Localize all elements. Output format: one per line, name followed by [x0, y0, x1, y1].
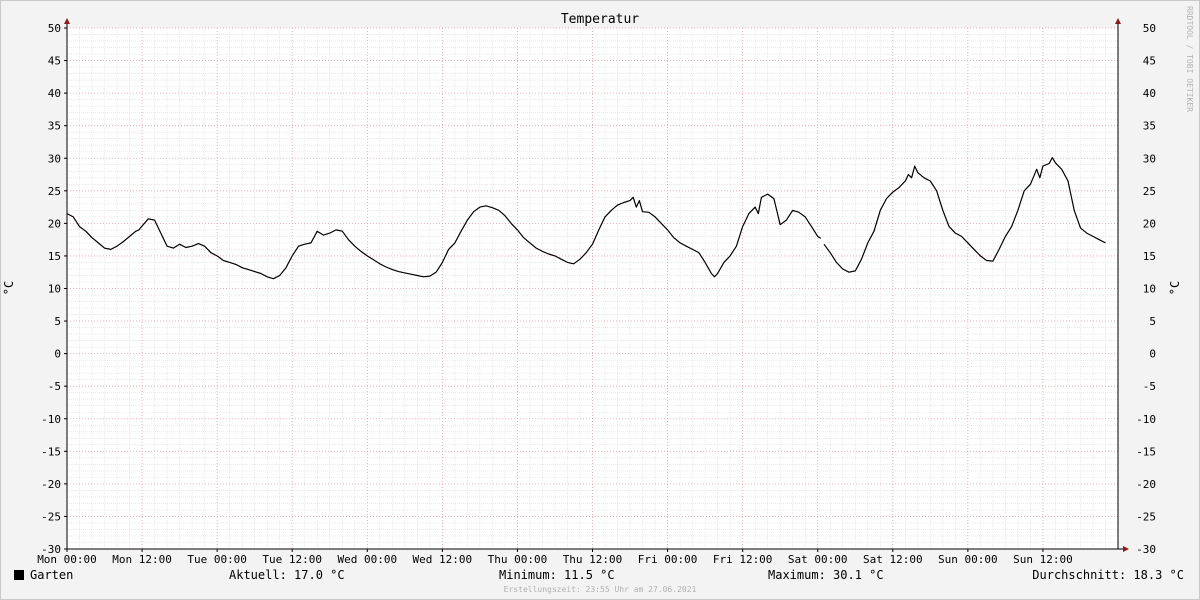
y-tick-label-right: 40: [1143, 87, 1156, 100]
x-tick-label: Sat 12:00: [863, 553, 923, 566]
x-tick-label: Fri 00:00: [638, 553, 698, 566]
y-tick-label-right: 50: [1143, 22, 1156, 35]
x-tick-label: Sun 12:00: [1013, 553, 1073, 566]
x-tick-label: Sun 00:00: [938, 553, 998, 566]
y-tick-label-right: -10: [1136, 413, 1156, 426]
y-tick-label-left: 30: [48, 152, 61, 165]
y-tick-label-right: 5: [1149, 315, 1156, 328]
x-tick-label: Fri 12:00: [713, 553, 773, 566]
y-tick-label-left: -15: [41, 445, 61, 458]
x-tick-label: Wed 00:00: [337, 553, 397, 566]
y-tick-label-left: 15: [48, 250, 61, 263]
y-tick-label-left: 5: [54, 315, 61, 328]
legend-minimum: Minimum: 11.5 °C: [499, 568, 615, 582]
y-tick-label-right: -5: [1143, 380, 1156, 393]
y-tick-label-left: 25: [48, 185, 61, 198]
y-tick-label-left: -5: [48, 380, 61, 393]
y-tick-label-left: 40: [48, 87, 61, 100]
y-tick-label-right: 10: [1143, 283, 1156, 296]
y-tick-label-right: -25: [1136, 510, 1156, 523]
x-tick-label: Wed 12:00: [413, 553, 473, 566]
y-tick-label-right: 45: [1143, 55, 1156, 68]
y-tick-label-right: -20: [1136, 478, 1156, 491]
y-axis-label-right: °C: [1168, 281, 1182, 295]
y-tick-label-left: 50: [48, 22, 61, 35]
y-tick-label-right: -15: [1136, 445, 1156, 458]
x-tick-label: Tue 12:00: [262, 553, 322, 566]
x-tick-label: Sat 00:00: [788, 553, 848, 566]
x-tick-label: Thu 00:00: [488, 553, 548, 566]
y-tick-label-right: 30: [1143, 152, 1156, 165]
y-tick-label-left: 0: [54, 348, 61, 361]
y-tick-label-right: 0: [1149, 348, 1156, 361]
temperature-chart: 50454035302520151050-5-10-15-20-25-30 50…: [0, 0, 1200, 600]
watermark: RRDTOOL / TOBI OETIKER: [1185, 6, 1194, 112]
x-tick-label: Tue 00:00: [187, 553, 247, 566]
y-tick-label-left: 10: [48, 283, 61, 296]
y-tick-label-left: -25: [41, 510, 61, 523]
y-axis-label-left: °C: [2, 281, 16, 295]
y-tick-label-right: 20: [1143, 217, 1156, 230]
legend-maximum: Maximum: 30.1 °C: [768, 568, 884, 582]
x-tick-label: Mon 12:00: [112, 553, 172, 566]
y-tick-label-left: -20: [41, 478, 61, 491]
legend-durchschnitt: Durchschnitt: 18.3 °C: [1032, 568, 1184, 582]
y-tick-label-left: 35: [48, 120, 61, 133]
legend-swatch: [14, 570, 24, 580]
chart-title: Temperatur: [561, 12, 639, 27]
y-tick-label-left: -10: [41, 413, 61, 426]
y-tick-label-right: -30: [1136, 543, 1156, 556]
y-tick-label-right: 35: [1143, 120, 1156, 133]
legend-series-name: Garten: [30, 568, 73, 582]
y-tick-label-left: 45: [48, 55, 61, 68]
legend-aktuell: Aktuell: 17.0 °C: [229, 568, 345, 582]
x-tick-label: Thu 12:00: [563, 553, 623, 566]
y-tick-label-right: 15: [1143, 250, 1156, 263]
y-tick-label-left: 20: [48, 217, 61, 230]
x-tick-label: Mon 00:00: [37, 553, 97, 566]
y-tick-label-right: 25: [1143, 185, 1156, 198]
footer-timestamp: Erstellungszeit: 23:55 Uhr am 27.06.2021: [504, 585, 697, 594]
